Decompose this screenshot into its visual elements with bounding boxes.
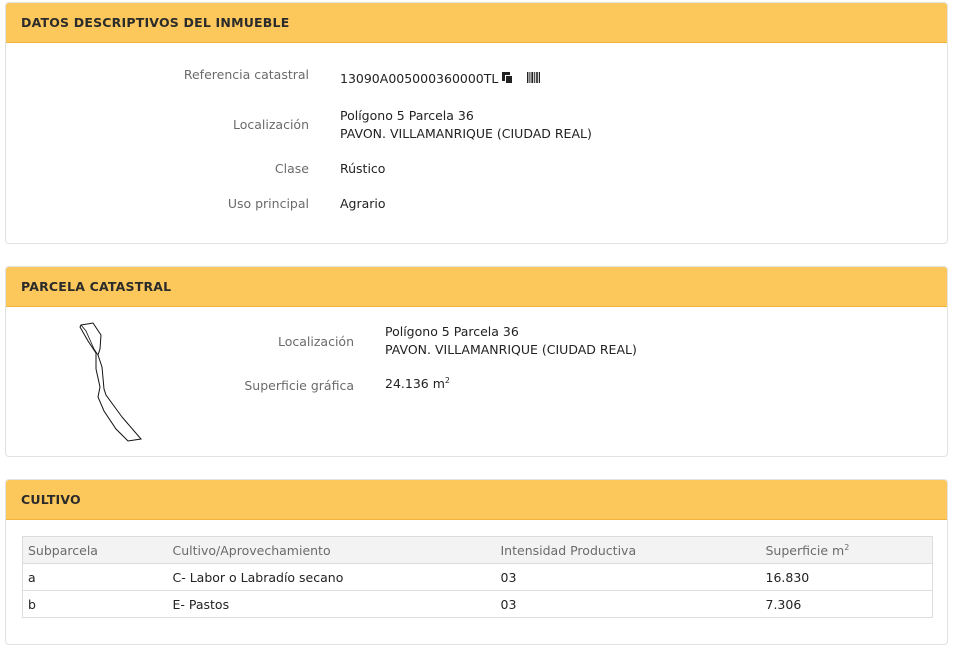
cell-cultivo: C- Labor o Labradío secano bbox=[167, 563, 496, 591]
referencia-value-group: 13090A005000360000TL bbox=[340, 70, 541, 88]
superficie-grafica-value: 24.136 m2 bbox=[385, 375, 450, 391]
cultivo-table-header-row: Subparcela Cultivo/Aprovechamiento Inten… bbox=[22, 536, 933, 564]
table-row: b E- Pastos 03 7.306 bbox=[22, 590, 933, 618]
col-intensidad: Intensidad Productiva bbox=[495, 536, 761, 564]
col-cultivo: Cultivo/Aprovechamiento bbox=[167, 536, 496, 564]
clase-value: Rústico bbox=[340, 161, 386, 176]
clase-label: Clase bbox=[274, 161, 309, 176]
cultivo-panel: CULTIVO Subparcela Cultivo/Aprovechamien… bbox=[5, 479, 948, 645]
table-row: a C- Labor o Labradío secano 03 16.830 bbox=[22, 563, 933, 591]
cell-subparcela: b bbox=[22, 590, 168, 618]
cell-cultivo: E- Pastos bbox=[167, 590, 496, 618]
localizacion-label: Localización bbox=[232, 117, 309, 132]
parcela-shape-map[interactable] bbox=[76, 319, 156, 445]
parcela-catastral-header: PARCELA CATASTRAL bbox=[6, 267, 947, 307]
cell-superficie: 7.306 bbox=[760, 590, 933, 618]
col-subparcela: Subparcela bbox=[22, 536, 168, 564]
cultivo-table: Subparcela Cultivo/Aprovechamiento Inten… bbox=[22, 536, 933, 618]
cell-intensidad: 03 bbox=[495, 563, 761, 591]
parcela-localizacion-line2: PAVON. VILLAMANRIQUE (CIUDAD REAL) bbox=[385, 342, 637, 357]
barcode-icon[interactable] bbox=[527, 72, 541, 83]
cultivo-header: CULTIVO bbox=[6, 480, 947, 520]
cell-intensidad: 03 bbox=[495, 590, 761, 618]
referencia-value[interactable]: 13090A005000360000TL bbox=[340, 71, 498, 86]
cell-superficie: 16.830 bbox=[760, 563, 933, 591]
parcela-localizacion-line1: Polígono 5 Parcela 36 bbox=[385, 324, 519, 339]
col-superficie: Superficie m2 bbox=[760, 536, 933, 564]
referencia-label: Referencia catastral bbox=[183, 67, 309, 82]
copy-icon[interactable] bbox=[502, 72, 514, 84]
superficie-grafica-label: Superficie gráfica bbox=[244, 378, 354, 393]
parcela-catastral-panel: PARCELA CATASTRAL Localización Polígono … bbox=[5, 266, 948, 457]
datos-descriptivos-panel: DATOS DESCRIPTIVOS DEL INMUEBLE Referenc… bbox=[5, 2, 948, 244]
cell-subparcela: a bbox=[22, 563, 168, 591]
localizacion-line1: Polígono 5 Parcela 36 bbox=[340, 108, 474, 123]
datos-descriptivos-header: DATOS DESCRIPTIVOS DEL INMUEBLE bbox=[6, 3, 947, 43]
uso-value: Agrario bbox=[340, 196, 386, 211]
localizacion-line2: PAVON. VILLAMANRIQUE (CIUDAD REAL) bbox=[340, 126, 592, 141]
uso-label: Uso principal bbox=[227, 196, 309, 211]
parcela-localizacion-label: Localización bbox=[277, 334, 354, 349]
